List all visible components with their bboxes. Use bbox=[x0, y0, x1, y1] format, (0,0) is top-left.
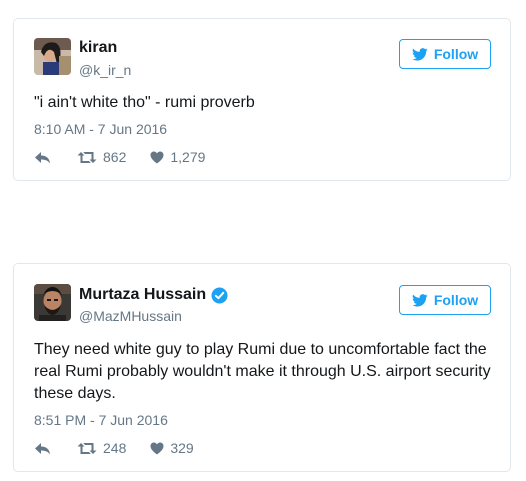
user-handle[interactable]: @MazMHussain bbox=[79, 308, 182, 324]
avatar[interactable] bbox=[34, 284, 71, 321]
reply-icon bbox=[35, 151, 50, 163]
display-name-text: kiran bbox=[79, 39, 118, 56]
like-count: 1,279 bbox=[170, 149, 206, 165]
display-name[interactable]: kiran bbox=[79, 39, 117, 57]
tweet-card: Murtaza Hussain @MazMHussain Follow They… bbox=[13, 263, 511, 472]
retweet-icon bbox=[77, 442, 97, 454]
user-handle[interactable]: @k_ir_n bbox=[79, 62, 131, 78]
follow-button[interactable]: Follow bbox=[399, 39, 491, 69]
retweet-count: 862 bbox=[103, 149, 127, 165]
tweet-timestamp[interactable]: 8:10 AM - 7 Jun 2016 bbox=[34, 121, 167, 137]
tweet-actions: 862 1,279 bbox=[34, 149, 205, 165]
tweet-text: They need white guy to play Rumi due to … bbox=[34, 341, 491, 402]
verified-badge-icon bbox=[211, 287, 228, 303]
tweet-text: "i ain't white tho" - rumi proverb bbox=[34, 94, 255, 111]
reply-icon bbox=[35, 442, 50, 454]
reply-button[interactable] bbox=[34, 442, 51, 455]
retweet-icon bbox=[77, 151, 97, 163]
avatar[interactable] bbox=[34, 38, 71, 75]
like-count: 329 bbox=[170, 440, 194, 456]
retweet-button[interactable]: 248 bbox=[77, 440, 126, 456]
tweet-actions: 248 329 bbox=[34, 440, 194, 456]
twitter-bird-icon bbox=[412, 47, 428, 61]
follow-button-label: Follow bbox=[433, 292, 479, 308]
like-button[interactable]: 1,279 bbox=[150, 149, 205, 165]
reply-button[interactable] bbox=[34, 151, 51, 164]
heart-icon bbox=[150, 151, 164, 163]
tweet-card: kiran @k_ir_n Follow "i ain't white tho"… bbox=[13, 18, 511, 181]
retweet-count: 248 bbox=[103, 440, 127, 456]
follow-button-label: Follow bbox=[433, 46, 479, 62]
retweet-button[interactable]: 862 bbox=[77, 149, 126, 165]
display-name[interactable]: Murtaza Hussain bbox=[79, 286, 228, 304]
tweet-timestamp[interactable]: 8:51 PM - 7 Jun 2016 bbox=[34, 412, 168, 428]
like-button[interactable]: 329 bbox=[150, 440, 194, 456]
follow-button[interactable]: Follow bbox=[399, 285, 491, 315]
heart-icon bbox=[150, 442, 164, 454]
twitter-bird-icon bbox=[412, 293, 428, 307]
display-name-text: Murtaza Hussain bbox=[79, 286, 207, 303]
